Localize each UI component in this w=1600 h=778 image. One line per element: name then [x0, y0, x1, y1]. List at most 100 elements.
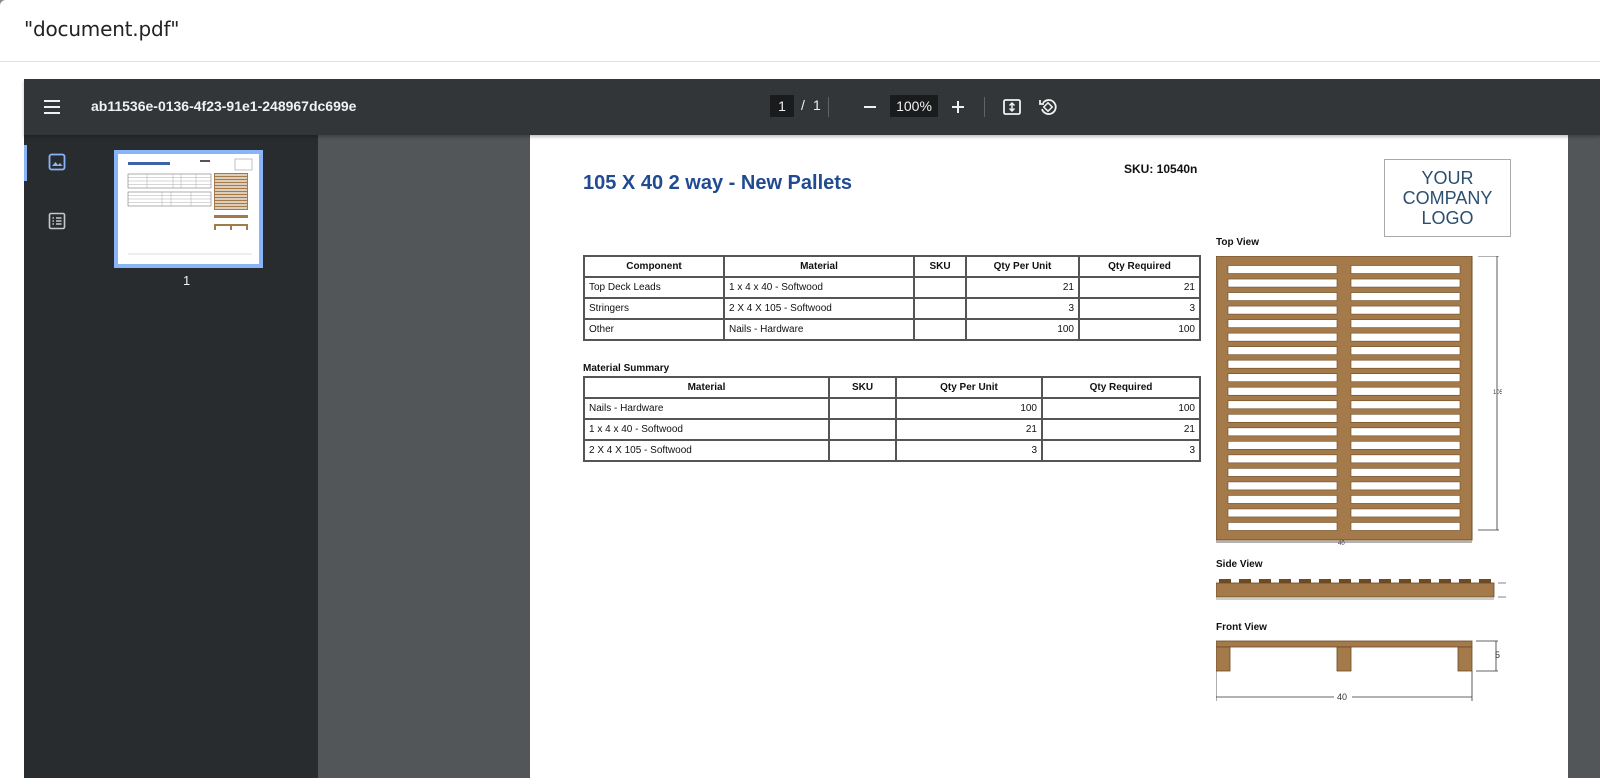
table-cell: Other — [583, 318, 725, 341]
deck-gap — [1227, 481, 1338, 491]
deck-gap — [1350, 305, 1461, 315]
stringer-block — [1457, 646, 1473, 672]
deck-gap — [1227, 359, 1338, 369]
deck-gap — [1227, 468, 1338, 477]
deck-gap — [1350, 346, 1461, 355]
table-cell: 2 X 4 X 105 - Softwood — [583, 439, 830, 462]
toolbar-divider — [984, 97, 985, 117]
logo-line: YOUR — [1421, 168, 1474, 188]
toolbar-divider — [828, 97, 829, 117]
deck-board-end — [1279, 579, 1291, 583]
deck-board-end — [1259, 579, 1271, 583]
table-header-row: Component Material SKU Qty Per Unit Qty … — [583, 255, 1201, 278]
pdf-window: "document.pdf" ab11536e-0136-4f23-91e1-2… — [0, 0, 1600, 778]
deck-gap — [1350, 468, 1461, 477]
deck-board-end — [1439, 579, 1451, 583]
document-name: ab11536e-0136-4f23-91e1-248967dc699e — [91, 98, 357, 114]
deck-gap — [1350, 495, 1461, 504]
deck-gap — [1350, 265, 1461, 274]
zoom-level-input[interactable]: 100% — [890, 95, 938, 117]
rotate-icon[interactable] — [1036, 95, 1060, 119]
top-deck — [1215, 640, 1473, 648]
deck-gap — [1227, 454, 1338, 464]
table-row: Stringers 2 X 4 X 105 - Softwood 3 3 — [583, 297, 1201, 320]
column-header: Material — [723, 255, 915, 278]
table-cell: 21 — [1078, 276, 1201, 299]
table-cell: 1 x 4 x 40 - Softwood — [583, 418, 830, 441]
table-cell: 3 — [1041, 439, 1201, 462]
front-view-drawing: 5 40 — [1215, 639, 1512, 705]
page-thumbnail[interactable] — [114, 150, 263, 268]
top-view-label: Top View — [1216, 237, 1259, 248]
column-header: SKU — [828, 376, 897, 399]
deck-board-end — [1299, 579, 1311, 583]
deck-gap — [1350, 278, 1461, 288]
deck-gap — [1350, 400, 1461, 410]
deck-gap — [1350, 373, 1461, 383]
document-title: 105 X 40 2 way - New Pallets — [583, 172, 853, 194]
table-cell: 100 — [1078, 318, 1201, 341]
thumbnail-icon[interactable] — [48, 153, 66, 171]
fit-page-icon[interactable] — [1000, 95, 1024, 119]
stringer-block — [1215, 646, 1231, 672]
deck-board-end — [1319, 579, 1331, 583]
deck-gap — [1350, 292, 1461, 301]
summary-table: Material SKU Qty Per Unit Qty Required N… — [583, 376, 1201, 462]
sku-label: SKU: 10540n — [1124, 162, 1198, 176]
deck-gap — [1227, 332, 1338, 342]
deck-board-end — [1239, 579, 1251, 583]
components-table: Component Material SKU Qty Per Unit Qty … — [583, 255, 1201, 341]
deck-board-end — [1379, 579, 1391, 583]
column-header: Qty Per Unit — [965, 255, 1080, 278]
dimension-label: 40 — [1337, 692, 1347, 702]
table-cell: Stringers — [583, 297, 725, 320]
table-header-row: Material SKU Qty Per Unit Qty Required — [583, 376, 1201, 399]
deck-board-end — [1219, 579, 1231, 583]
table-row: 2 X 4 X 105 - Softwood 3 3 — [583, 439, 1201, 462]
zoom-out-icon[interactable] — [858, 95, 882, 119]
table-cell: 100 — [895, 397, 1043, 420]
outline-icon[interactable] — [48, 212, 66, 230]
table-cell: 21 — [965, 276, 1080, 299]
viewer-toolbar: ab11536e-0136-4f23-91e1-248967dc699e 1 /… — [24, 79, 1600, 135]
stringer — [1215, 582, 1495, 598]
column-header: Component — [583, 255, 725, 278]
deck-gap — [1350, 319, 1461, 328]
front-view-label: Front View — [1216, 622, 1267, 633]
deck-gap — [1227, 373, 1338, 383]
logo-line: COMPANY — [1402, 188, 1493, 208]
side-view-drawing — [1215, 575, 1512, 609]
menu-icon[interactable] — [40, 95, 64, 119]
table-cell: 100 — [965, 318, 1080, 341]
logo-line: LOGO — [1421, 208, 1474, 228]
table-cell: 21 — [895, 418, 1043, 441]
window-titlebar: "document.pdf" — [0, 0, 1600, 62]
column-header: Qty Per Unit — [895, 376, 1043, 399]
deck-gap — [1227, 292, 1338, 301]
deck-gap — [1227, 495, 1338, 504]
table-cell — [828, 439, 897, 462]
table-cell: 3 — [965, 297, 1080, 320]
deck-gap — [1350, 441, 1461, 450]
deck-gap — [1227, 305, 1338, 315]
deck-gap — [1227, 319, 1338, 328]
deck-gap — [1227, 265, 1338, 274]
table-cell — [828, 418, 897, 441]
page-number-input[interactable]: 1 — [770, 95, 794, 117]
deck-gap — [1350, 386, 1461, 396]
table-cell — [913, 276, 967, 299]
deck-gap — [1227, 386, 1338, 396]
material-summary-label: Material Summary — [583, 363, 670, 374]
table-cell: 21 — [1041, 418, 1201, 441]
table-cell: 3 — [895, 439, 1043, 462]
table-row: Nails - Hardware 100 100 — [583, 397, 1201, 420]
stringer-block — [1336, 646, 1352, 672]
zoom-in-icon[interactable] — [946, 95, 970, 119]
active-indicator — [24, 145, 27, 181]
deck-gap — [1350, 522, 1461, 531]
table-cell: 2 X 4 X 105 - Softwood — [723, 297, 915, 320]
table-cell — [913, 297, 967, 320]
dimension-label: 40 — [1338, 541, 1345, 546]
pdf-page: 105 X 40 2 way - New Pallets SKU: 10540n… — [530, 135, 1568, 778]
deck-gap — [1350, 481, 1461, 491]
